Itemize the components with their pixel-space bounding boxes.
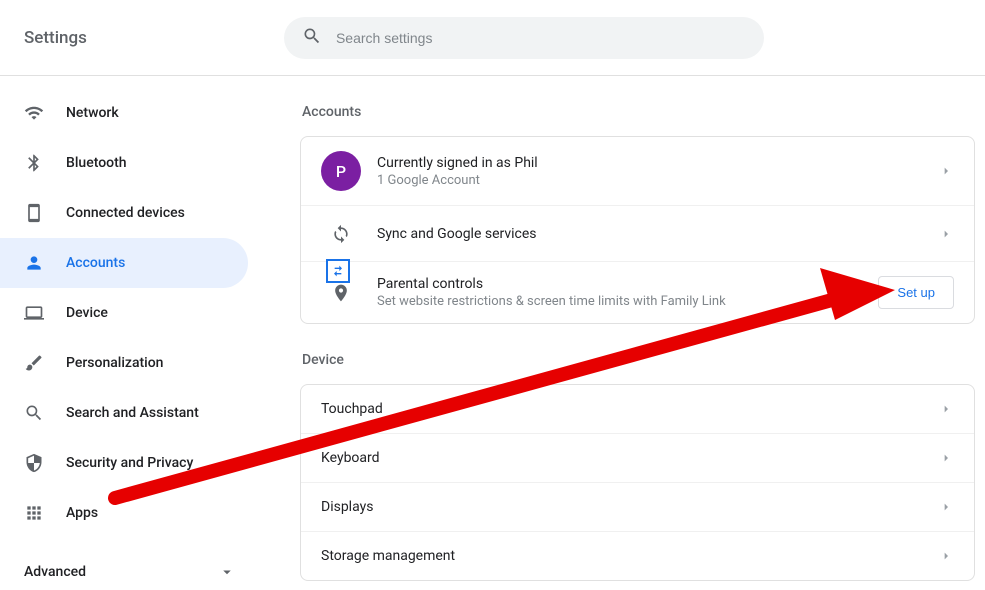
row-touchpad[interactable]: Touchpad [301, 385, 974, 433]
row-storage[interactable]: Storage management [301, 531, 974, 580]
sidebar-item-network[interactable]: Network [0, 88, 248, 138]
sidebar-item-personalization[interactable]: Personalization [0, 338, 248, 388]
avatar: P [321, 151, 361, 191]
row-label: Storage management [321, 548, 455, 564]
row-primary: Currently signed in as Phil [377, 155, 938, 171]
sidebar-item-label: Device [66, 305, 108, 321]
search-input[interactable] [336, 30, 746, 46]
row-secondary: 1 Google Account [377, 173, 938, 188]
sidebar-item-security[interactable]: Security and Privacy [0, 438, 248, 488]
sidebar-item-accounts[interactable]: Accounts [0, 238, 248, 288]
chevron-right-icon [938, 499, 954, 515]
row-displays[interactable]: Displays [301, 482, 974, 531]
location-icon [331, 283, 351, 303]
row-label: Displays [321, 499, 373, 515]
person-icon [24, 253, 44, 273]
sidebar-item-search-assistant[interactable]: Search and Assistant [0, 388, 248, 438]
sidebar: Network Bluetooth Connected devices Acco… [0, 76, 260, 590]
row-label: Keyboard [321, 450, 380, 466]
row-text: Parental controls Set website restrictio… [377, 276, 866, 309]
section-title-device: Device [302, 352, 975, 368]
phone-icon [24, 203, 44, 223]
section-title-accounts: Accounts [302, 104, 975, 120]
sidebar-advanced-toggle[interactable]: Advanced [0, 548, 260, 590]
brush-icon [24, 353, 44, 373]
chevron-right-icon [938, 401, 954, 417]
content-area: Network Bluetooth Connected devices Acco… [0, 76, 985, 590]
row-signed-in[interactable]: P Currently signed in as Phil 1 Google A… [301, 137, 974, 205]
sidebar-item-label: Search and Assistant [66, 405, 199, 421]
sidebar-item-label: Accounts [66, 255, 125, 271]
sidebar-item-label: Bluetooth [66, 155, 127, 171]
device-card: Touchpad Keyboard Displays Storage manag… [300, 384, 975, 581]
bluetooth-icon [24, 153, 44, 173]
chevron-right-icon [938, 163, 954, 179]
accounts-card: P Currently signed in as Phil 1 Google A… [300, 136, 975, 324]
row-primary: Sync and Google services [377, 226, 938, 242]
row-primary: Parental controls [377, 276, 866, 292]
avatar-slot: P [321, 151, 361, 191]
sidebar-item-connected-devices[interactable]: Connected devices [0, 188, 248, 238]
sidebar-item-label: Security and Privacy [66, 455, 193, 471]
sidebar-item-label: Connected devices [66, 205, 185, 221]
chevron-right-icon [938, 226, 954, 242]
sidebar-item-label: Apps [66, 505, 98, 521]
sidebar-item-device[interactable]: Device [0, 288, 248, 338]
laptop-icon [24, 303, 44, 323]
row-secondary: Set website restrictions & screen time l… [377, 294, 866, 309]
row-text: Currently signed in as Phil 1 Google Acc… [377, 155, 938, 188]
main-panel: Accounts P Currently signed in as Phil 1… [260, 76, 985, 590]
sidebar-item-label: Personalization [66, 355, 163, 371]
sidebar-item-apps[interactable]: Apps [0, 488, 248, 538]
row-parental-controls[interactable]: Parental controls Set website restrictio… [301, 261, 974, 323]
sync-icon [331, 224, 351, 244]
row-keyboard[interactable]: Keyboard [301, 433, 974, 482]
row-label: Touchpad [321, 401, 383, 417]
search-box[interactable] [284, 17, 764, 59]
apps-icon [24, 503, 44, 523]
chevron-down-icon [218, 563, 236, 581]
wifi-icon [24, 103, 44, 123]
sidebar-item-label: Network [66, 105, 119, 121]
search-icon [24, 403, 44, 423]
row-text: Sync and Google services [377, 226, 938, 242]
search-icon [302, 26, 322, 50]
sidebar-item-bluetooth[interactable]: Bluetooth [0, 138, 248, 188]
search-wrap [87, 17, 961, 59]
advanced-label: Advanced [24, 564, 86, 580]
row-sync[interactable]: Sync and Google services [301, 205, 974, 261]
shield-icon [24, 453, 44, 473]
set-up-button[interactable]: Set up [878, 276, 954, 309]
chevron-right-icon [938, 450, 954, 466]
icon-slot [321, 283, 361, 303]
page-title: Settings [24, 28, 87, 48]
chevron-right-icon [938, 548, 954, 564]
settings-header: Settings [0, 0, 985, 76]
icon-slot [321, 224, 361, 244]
